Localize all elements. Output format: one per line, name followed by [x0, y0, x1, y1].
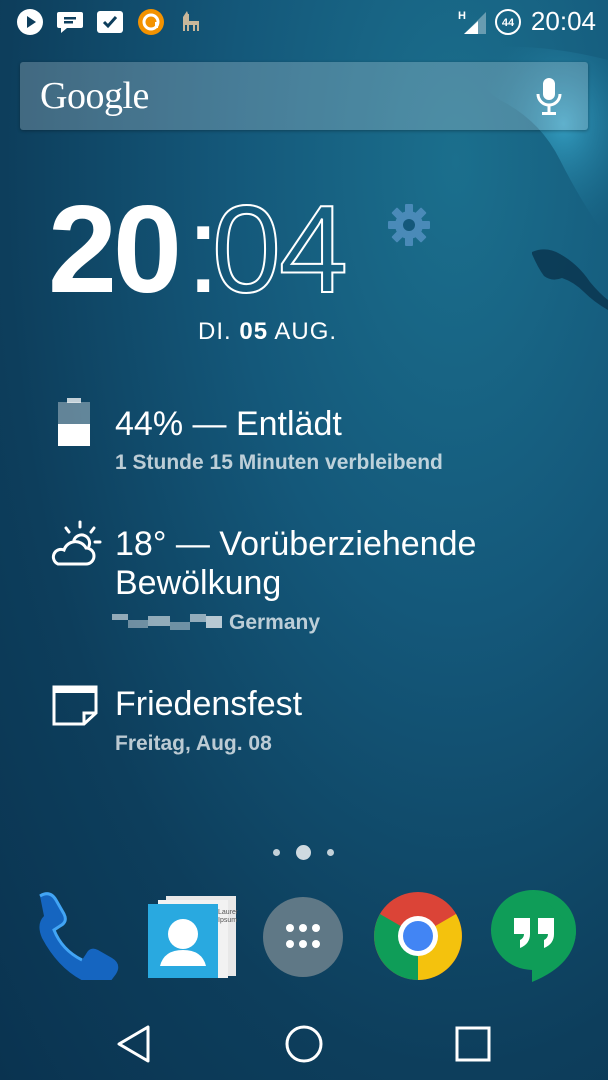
weather-condition-line1[interactable]: 18° — Vorüberziehende — [115, 524, 476, 564]
phone-icon[interactable] — [30, 888, 122, 986]
page-dot-active — [296, 845, 311, 860]
app-drawer-icon[interactable] — [262, 896, 344, 978]
calendar-icon — [52, 684, 98, 731]
clock-minutes[interactable]: 04 — [211, 187, 349, 313]
google-logo: Google — [40, 75, 149, 117]
event-title[interactable]: Friedensfest — [115, 684, 302, 724]
play-icon[interactable] — [16, 8, 44, 36]
date-label[interactable]: DI. 05 AUG. — [198, 318, 337, 346]
battery-status[interactable]: 44% — Entlädt — [115, 404, 342, 444]
gear-icon[interactable] — [386, 202, 432, 248]
mic-icon[interactable] — [534, 76, 564, 118]
redacted-location — [112, 612, 222, 632]
message-icon[interactable] — [56, 8, 84, 36]
weather-location: Germany — [229, 611, 321, 634]
status-bar: H 44 20:04 — [0, 0, 608, 44]
page-dot — [273, 849, 280, 856]
battery-remaining: 1 Stunde 15 Minuten verbleibend — [115, 451, 443, 474]
check-icon[interactable] — [96, 8, 124, 36]
search-bar[interactable]: Google — [20, 62, 588, 130]
battery-icon: 44 — [494, 8, 522, 36]
event-date: Freitag, Aug. 08 — [115, 732, 272, 755]
home-icon[interactable] — [284, 1024, 324, 1069]
recents-icon[interactable] — [455, 1026, 491, 1067]
date-day: 05 — [239, 318, 269, 345]
audible-icon[interactable] — [137, 8, 165, 36]
clock-hours[interactable]: 20 — [48, 188, 182, 312]
svg-text:Lauren: Lauren — [218, 909, 238, 916]
status-time: 20:04 — [530, 6, 596, 36]
date-weekday: DI. — [198, 318, 232, 345]
hangouts-icon[interactable] — [488, 888, 580, 982]
battery-widget-icon — [56, 398, 92, 453]
navigation-bar — [0, 1010, 608, 1080]
llama-icon[interactable] — [177, 8, 205, 36]
page-dot — [327, 849, 334, 856]
battery-percent: 44 — [502, 17, 515, 29]
signal-icon: H — [458, 8, 488, 36]
network-type: H — [458, 10, 466, 22]
chrome-icon[interactable] — [372, 890, 464, 982]
svg-text:Ipsum: Ipsum — [218, 917, 237, 924]
partly-cloudy-icon — [46, 520, 102, 575]
date-month: AUG. — [274, 318, 338, 345]
weather-condition-line2: Bewölkung — [115, 564, 282, 602]
back-icon[interactable] — [116, 1024, 152, 1069]
contacts-icon[interactable]: Lauren Ipsum — [146, 892, 240, 984]
